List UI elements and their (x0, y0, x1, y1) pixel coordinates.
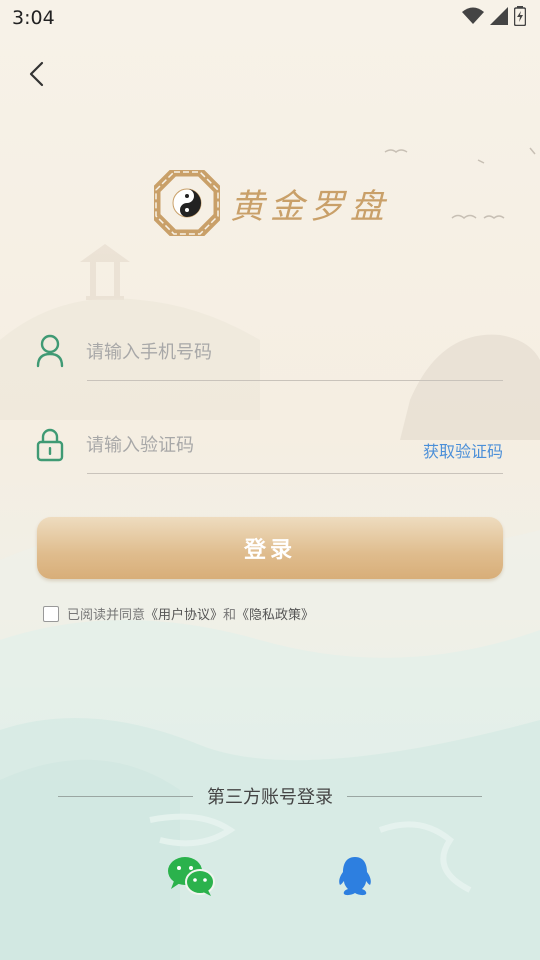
lock-icon (36, 428, 64, 462)
status-time: 3:04 (12, 7, 55, 29)
user-icon (36, 334, 64, 368)
phone-field (36, 325, 503, 381)
battery-icon (514, 6, 526, 26)
user-agreement-link[interactable]: 《用户协议》 (145, 604, 223, 623)
divider-left (58, 795, 193, 797)
get-code-button[interactable]: 获取验证码 (423, 438, 503, 462)
code-underline (87, 473, 503, 474)
qq-icon[interactable] (336, 855, 374, 897)
code-field: 获取验证码 (36, 418, 503, 474)
agreement-prefix: 已阅读并同意 (67, 608, 146, 623)
third-party-header: 第三方账号登录 (58, 783, 482, 809)
login-button[interactable]: 登录 (37, 517, 503, 579)
logo-text: 黄金罗盘 (230, 186, 390, 227)
code-input[interactable] (84, 428, 388, 462)
background-landscape (0, 147, 540, 960)
agree-checkbox[interactable] (43, 605, 59, 622)
agreement-row: 已阅读并同意 《用户协议》 和 《隐私政策》 (43, 604, 314, 623)
phone-underline (87, 380, 503, 381)
status-icons (462, 6, 526, 26)
wechat-icon[interactable] (166, 855, 216, 897)
signal-icon (490, 7, 508, 25)
divider-right (347, 795, 482, 797)
third-party-title: 第三方账号登录 (207, 787, 333, 808)
wifi-icon (462, 7, 484, 24)
agreement-and: 和 (223, 608, 237, 623)
app-logo: 黄金罗盘 (154, 170, 390, 236)
back-button[interactable] (22, 58, 54, 90)
phone-input[interactable] (84, 335, 388, 369)
privacy-policy-link[interactable]: 《隐私政策》 (236, 604, 314, 623)
bagua-icon (154, 170, 220, 236)
